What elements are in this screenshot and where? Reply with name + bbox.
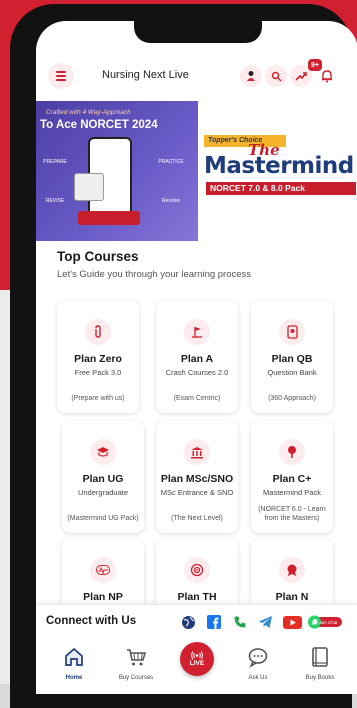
mastermind-title: Mastermind — [204, 153, 354, 179]
card-title: Plan MSc/SNO — [160, 473, 234, 485]
connect-bar: Connect with Us Join Chat — [36, 604, 357, 638]
card-note: (Exam Centric) — [173, 395, 221, 402]
book-icon — [292, 644, 348, 670]
card-subtitle: Free Pack 3.0 — [74, 368, 122, 377]
paperclip-icon — [85, 319, 111, 345]
whatsapp-join-text: Join Chat — [318, 620, 338, 625]
section-title: Top Courses — [57, 249, 139, 264]
broadcast-icon — [191, 651, 203, 660]
live-button[interactable]: LIVE — [180, 642, 214, 676]
course-card-plan-c-plus[interactable]: Plan C+ Mastermind Pack (NORCET 6.0 - Le… — [251, 421, 333, 533]
question-bank-icon — [279, 319, 305, 345]
facebook-icon[interactable] — [206, 614, 222, 630]
globe-icon[interactable] — [180, 614, 196, 630]
telegram-icon[interactable] — [257, 614, 273, 630]
banner-tagline: Crafted with 4 Way-Approach — [46, 109, 131, 116]
bottom-nav: Home Buy Courses LIVE Ask Us Buy Books — [36, 638, 357, 694]
badge-icon — [279, 557, 305, 583]
card-note: (Mastermind UG Pack) — [67, 515, 139, 522]
live-label: LIVE — [189, 660, 205, 667]
nav-ask-us[interactable]: Ask Us — [230, 644, 286, 690]
phone-screen: Nursing Next Live 9+ Crafted with 4 Way-… — [36, 21, 357, 694]
nav-buy-books[interactable]: Buy Books — [292, 644, 348, 690]
nav-label: Buy Books — [305, 675, 335, 681]
doctor-icon[interactable] — [240, 65, 262, 87]
section-subtitle: Let's Guide you through your learning pr… — [57, 269, 252, 280]
banner-title: To Ace NORCET 2024 — [40, 119, 158, 131]
home-icon — [46, 644, 102, 670]
card-subtitle: Mastermind Pack — [263, 488, 321, 497]
card-title: Plan UG — [82, 473, 124, 485]
connect-label: Connect with Us — [46, 615, 137, 627]
feature-practice: PRACTICE — [158, 159, 184, 165]
card-note: (NORCET 6.0 - Learn from the Masters) — [258, 506, 326, 522]
institution-icon — [184, 439, 210, 465]
target-icon — [184, 557, 210, 583]
graduation-cap-icon — [90, 439, 116, 465]
course-card-plan-a[interactable]: Plan A Crash Courses 2.0 (Exam Centric) — [156, 301, 238, 413]
flag-icon — [184, 319, 210, 345]
menu-button[interactable] — [48, 63, 74, 89]
brand-name: Nursing Next Live — [102, 69, 189, 81]
card-subtitle: Undergraduate — [77, 488, 129, 497]
card-subtitle: Crash Courses 2.0 — [165, 368, 229, 377]
banner-left-panel: Crafted with 4 Way-Approach To Ace NORCE… — [36, 101, 198, 241]
course-card-plan-zero[interactable]: Plan Zero Free Pack 3.0 (Prepare with us… — [57, 301, 139, 413]
course-card-plan-qb[interactable]: Plan QB Question Bank (360 Approach) — [251, 301, 333, 413]
card-title: Plan TH — [177, 591, 217, 603]
phone-frame: Nursing Next Live 9+ Crafted with 4 Way-… — [10, 4, 357, 708]
np-logo-icon — [90, 557, 116, 583]
card-title: Plan C+ — [272, 473, 312, 485]
norcet-pack-label: NORCET 7.0 & 8.0 Pack — [206, 182, 356, 195]
card-note: (The Next Level) — [171, 515, 223, 522]
feature-revise: REVISE — [45, 198, 65, 204]
phone-icon[interactable] — [232, 614, 248, 630]
card-title: Plan A — [180, 353, 214, 365]
nav-label: Home — [65, 675, 83, 681]
feature-prepare: PREPARE — [43, 159, 67, 165]
nav-buy-courses[interactable]: Buy Courses — [108, 644, 164, 690]
cart-icon — [108, 644, 164, 670]
tree-icon — [279, 439, 305, 465]
notification-badge: 9+ — [308, 59, 322, 71]
nav-home[interactable]: Home — [46, 644, 102, 690]
feature-resolve: Resolve — [161, 198, 181, 204]
banner-stand-illustration — [78, 211, 140, 225]
card-subtitle: Question Bank — [267, 368, 317, 377]
whatsapp-join-button[interactable]: Join Chat — [308, 614, 342, 630]
nav-label: Ask Us — [248, 675, 268, 681]
card-subtitle: MSc Entrance & SNO — [160, 488, 234, 497]
banner-cards-illustration — [74, 173, 104, 201]
card-title: Plan QB — [271, 353, 313, 365]
card-note: (Prepare with us) — [71, 395, 125, 402]
banner-right-panel: Topper's Choice The Mastermind NORCET 7.… — [198, 101, 357, 241]
nav-label: Buy Courses — [118, 675, 154, 681]
youtube-icon[interactable] — [282, 614, 302, 630]
course-card-plan-msc-sno[interactable]: Plan MSc/SNO MSc Entrance & SNO (The Nex… — [156, 421, 238, 533]
promo-banner[interactable]: Crafted with 4 Way-Approach To Ace NORCE… — [36, 101, 357, 241]
course-card-plan-ug[interactable]: Plan UG Undergraduate (Mastermind UG Pac… — [62, 421, 144, 533]
card-title: Plan N — [275, 591, 309, 603]
app-header: Nursing Next Live 9+ — [36, 59, 357, 93]
phone-notch — [134, 21, 262, 43]
search-icon[interactable] — [265, 65, 287, 87]
card-title: Plan NP — [83, 591, 123, 603]
card-title: Plan Zero — [74, 353, 122, 365]
chat-bubble-icon — [230, 644, 286, 670]
card-note: (360 Approach) — [268, 395, 316, 402]
